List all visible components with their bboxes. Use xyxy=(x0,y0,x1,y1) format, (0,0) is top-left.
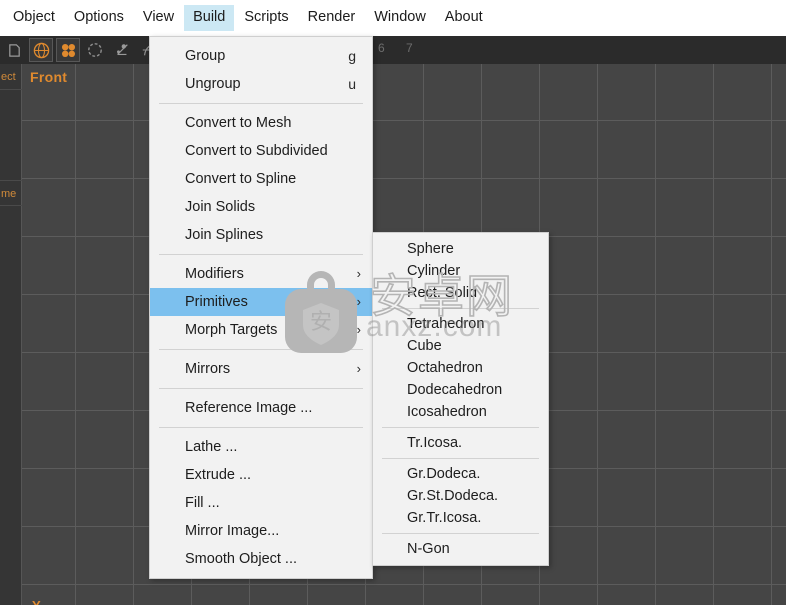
menu-bar: Object Options View Build Scripts Render Windo… xyxy=(0,0,786,36)
left-panel-tab-scene[interactable]: me xyxy=(0,180,22,206)
build-menu-item-separator xyxy=(159,254,363,255)
ruler-mark-6: 6 xyxy=(378,41,385,55)
menu-item-label: Convert to Mesh xyxy=(185,115,292,131)
primitives-item-separator xyxy=(382,427,539,428)
build-menu-item-separator xyxy=(159,388,363,389)
menu-item-label: Icosahedron xyxy=(407,404,487,420)
menubar-item-scripts[interactable]: Scripts xyxy=(235,5,297,31)
menu-item-label: Join Solids xyxy=(185,199,256,215)
viewport-label: Front xyxy=(30,69,68,85)
primitives-item-separator xyxy=(382,308,539,309)
primitives-item-rect-solid[interactable]: Rect. Solid xyxy=(373,282,548,304)
build-menu-item-convert-to-mesh[interactable]: Convert to Mesh xyxy=(150,109,372,137)
build-menu-item-separator xyxy=(159,103,363,104)
menu-item-label: Lathe ... xyxy=(185,439,238,455)
chevron-right-icon: › xyxy=(356,322,361,337)
toolbar: 6 7 xyxy=(0,36,786,64)
menu-item-label: Group xyxy=(185,48,226,64)
primitives-item-tr-icosa[interactable]: Tr.Icosa. xyxy=(373,432,548,454)
build-menu-item-join-splines[interactable]: Join Splines xyxy=(150,221,372,249)
build-menu-item-mirror-image[interactable]: Mirror Image... xyxy=(150,517,372,545)
primitives-item-separator xyxy=(382,533,539,534)
build-menu-item-ungroup[interactable]: Ungroup u xyxy=(150,70,372,98)
menubar-item-options[interactable]: Options xyxy=(65,5,133,31)
menu-item-label: Gr.Dodeca. xyxy=(407,466,481,482)
build-menu-item-smooth-object[interactable]: Smooth Object ... xyxy=(150,545,372,573)
points-grid-icon[interactable] xyxy=(56,38,80,62)
menu-item-label: N-Gon xyxy=(407,541,450,557)
menu-item-label: Reference Image ... xyxy=(185,400,313,416)
primitives-item-icosahedron[interactable]: Icosahedron xyxy=(373,401,548,423)
left-panel-tab-object[interactable]: ect xyxy=(0,64,22,90)
axis-y-label: Y xyxy=(32,598,41,605)
menubar-item-view[interactable]: View xyxy=(134,5,183,31)
menu-item-label: Morph Targets xyxy=(185,322,278,338)
build-menu-item-fill[interactable]: Fill ... xyxy=(150,489,372,517)
build-menu-item-convert-to-spline[interactable]: Convert to Spline xyxy=(150,165,372,193)
chevron-right-icon: › xyxy=(356,294,361,309)
menu-item-label: Mirror Image... xyxy=(185,523,280,539)
menubar-item-about[interactable]: About xyxy=(436,5,492,31)
ruler-mark-7: 7 xyxy=(406,41,413,55)
primitives-item-tetrahedron[interactable]: Tetrahedron xyxy=(373,313,548,335)
menu-item-label: Rect. Solid xyxy=(407,285,478,301)
vertex-tool-icon[interactable] xyxy=(110,38,134,62)
primitives-item-sphere[interactable]: Sphere xyxy=(373,238,548,260)
menu-item-label: Tr.Icosa. xyxy=(407,435,463,451)
primitives-item-separator xyxy=(382,458,539,459)
build-menu-item-reference-image[interactable]: Reference Image ... xyxy=(150,394,372,422)
left-panel: ect me xyxy=(0,64,22,605)
menu-item-label: Gr.St.Dodeca. xyxy=(407,488,499,504)
menubar-item-window[interactable]: Window xyxy=(365,5,435,31)
primitives-item-gr-tr-icosa[interactable]: Gr.Tr.Icosa. xyxy=(373,507,548,529)
build-menu-item-extrude[interactable]: Extrude ... xyxy=(150,461,372,489)
chevron-right-icon: › xyxy=(356,361,361,376)
build-menu-item-separator xyxy=(159,427,363,428)
build-menu-item-group[interactable]: Group g xyxy=(150,42,372,70)
menu-item-label: Dodecahedron xyxy=(407,382,503,398)
menu-item-label: Primitives xyxy=(185,294,248,310)
new-document-icon[interactable] xyxy=(2,38,26,62)
menu-item-shortcut: u xyxy=(348,76,356,92)
menu-item-label: Smooth Object ... xyxy=(185,551,298,567)
menu-item-label: Modifiers xyxy=(185,266,244,282)
menu-item-label: Mirrors xyxy=(185,361,231,377)
menu-item-label: Convert to Subdivided xyxy=(185,143,328,159)
primitives-item-cube[interactable]: Cube xyxy=(373,335,548,357)
sphere-object-icon[interactable] xyxy=(29,38,53,62)
chevron-right-icon: › xyxy=(356,266,361,281)
menu-item-label: Extrude ... xyxy=(185,467,252,483)
menu-item-label: Cube xyxy=(407,338,442,354)
primitives-item-dodecahedron[interactable]: Dodecahedron xyxy=(373,379,548,401)
build-dropdown-menu[interactable]: Group g Ungroup u Convert to Mesh Convert to … xyxy=(149,36,373,579)
menubar-item-object[interactable]: Object xyxy=(4,5,64,31)
circle-outline-icon[interactable] xyxy=(83,38,107,62)
build-menu-item-primitives[interactable]: Primitives › xyxy=(150,288,372,316)
primitives-item-gr-st-dodeca[interactable]: Gr.St.Dodeca. xyxy=(373,485,548,507)
build-menu-item-morph-targets[interactable]: Morph Targets › xyxy=(150,316,372,344)
menu-item-label: Tetrahedron xyxy=(407,316,485,332)
menu-item-label: Sphere xyxy=(407,241,454,257)
build-menu-item-separator xyxy=(159,349,363,350)
build-menu-item-modifiers[interactable]: Modifiers › xyxy=(150,260,372,288)
menu-item-label: Ungroup xyxy=(185,76,241,92)
menu-item-label: Octahedron xyxy=(407,360,483,376)
primitives-item-octahedron[interactable]: Octahedron xyxy=(373,357,548,379)
menu-item-label: Fill ... xyxy=(185,495,220,511)
build-menu-item-mirrors[interactable]: Mirrors › xyxy=(150,355,372,383)
build-menu-item-convert-to-subdivided[interactable]: Convert to Subdivided xyxy=(150,137,372,165)
primitives-item-gr-dodeca[interactable]: Gr.Dodeca. xyxy=(373,463,548,485)
menu-item-label: Cylinder xyxy=(407,263,461,279)
menubar-item-render[interactable]: Render xyxy=(299,5,365,31)
primitives-item-cylinder[interactable]: Cylinder xyxy=(373,260,548,282)
build-menu-item-join-solids[interactable]: Join Solids xyxy=(150,193,372,221)
primitives-submenu[interactable]: Sphere Cylinder Rect. Solid Tetrahedron Cube… xyxy=(372,232,549,566)
menu-item-label: Gr.Tr.Icosa. xyxy=(407,510,482,526)
primitives-item-n-gon[interactable]: N-Gon xyxy=(373,538,548,560)
build-menu-item-lathe[interactable]: Lathe ... xyxy=(150,433,372,461)
menu-item-shortcut: g xyxy=(348,48,356,64)
menubar-item-build[interactable]: Build xyxy=(184,5,235,31)
menu-item-label: Join Splines xyxy=(185,227,264,243)
menu-item-label: Convert to Spline xyxy=(185,171,297,187)
